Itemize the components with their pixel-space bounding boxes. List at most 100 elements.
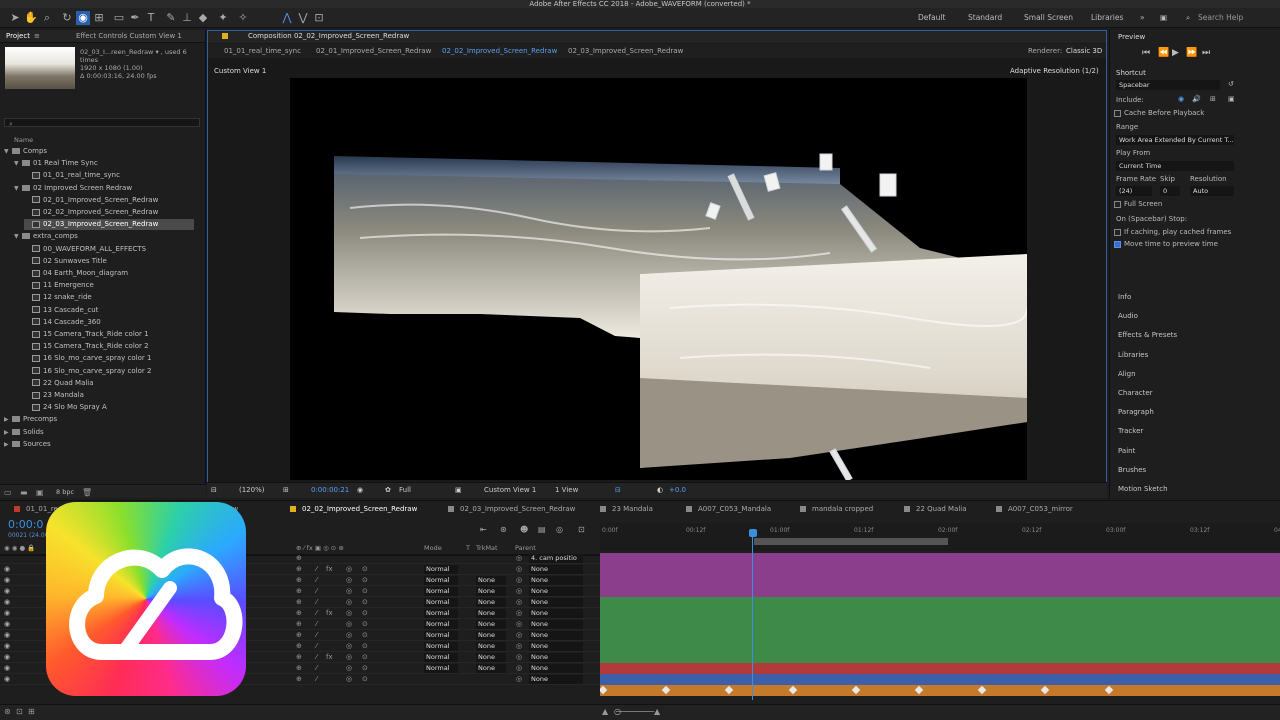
quality-icon[interactable]: ⁄ — [316, 576, 317, 584]
region-of-interest-icon[interactable]: ▣ — [455, 486, 462, 494]
layer-shy-icon[interactable]: ⊕ — [296, 565, 302, 573]
workspace-menu-icon[interactable]: » — [1140, 13, 1145, 22]
parent-pickwhip-icon[interactable]: ◎ — [516, 620, 522, 628]
composition-canvas[interactable] — [290, 78, 1027, 480]
project-item[interactable]: 02_03_Improved_Screen_Redraw — [24, 219, 194, 231]
track-matte-dropdown[interactable]: None — [476, 631, 506, 640]
effect-fx-icon[interactable]: fx — [326, 653, 333, 661]
include-layer-controls-icon[interactable]: ▣ — [1228, 95, 1235, 103]
quality-icon[interactable]: ⁄ — [316, 653, 317, 661]
visibility-eye-icon[interactable]: ◉ — [4, 642, 10, 650]
shortcut-dropdown[interactable]: Spacebar — [1116, 80, 1220, 90]
toggle-render-time-icon[interactable]: ⊞ — [28, 707, 35, 716]
project-item[interactable]: ▶ Precomps — [4, 414, 194, 425]
name-column-header[interactable]: Name — [14, 136, 33, 144]
layer-3d-icon[interactable]: ⊙ — [362, 642, 368, 650]
parent-pickwhip-icon[interactable]: ◎ — [516, 565, 522, 573]
selection-tool-icon[interactable]: ➤ — [8, 11, 22, 25]
quality-icon[interactable]: ⁄ — [316, 620, 317, 628]
quality-icon[interactable]: ⁄ — [316, 565, 317, 573]
parent-dropdown[interactable]: None — [529, 664, 583, 673]
timeline-tab[interactable]: 22 Quad Malia — [904, 505, 967, 513]
track-matte-dropdown[interactable]: None — [476, 598, 506, 607]
layer-3d-icon[interactable]: ⊙ — [362, 653, 368, 661]
quality-icon[interactable]: ⁄ — [316, 675, 317, 683]
timeline-tab[interactable]: mandala cropped — [800, 505, 873, 513]
parent-pickwhip-icon[interactable]: ◎ — [516, 675, 522, 683]
project-item[interactable]: ▼ Comps — [4, 146, 194, 157]
visibility-eye-icon[interactable]: ◉ — [4, 653, 10, 661]
project-item[interactable]: ▶ Solids — [4, 427, 194, 438]
blend-mode-dropdown[interactable]: Normal — [424, 598, 458, 607]
delete-icon[interactable]: 🗑 — [82, 488, 92, 497]
play-from-dropdown[interactable]: Current Time — [1116, 161, 1234, 171]
comp-tab-3[interactable]: 02_02_Improved_Screen_Redraw — [442, 47, 557, 55]
track-matte-dropdown[interactable]: None — [476, 609, 506, 618]
layer-duration-bar[interactable] — [600, 641, 1280, 652]
layer-duration-bar[interactable] — [600, 608, 1280, 619]
layer-duration-bar[interactable] — [600, 586, 1280, 597]
expand-triangle-closed-icon[interactable]: ▶ — [4, 427, 12, 438]
visibility-eye-icon[interactable]: ◉ — [4, 598, 10, 606]
tab-project[interactable]: Project — [6, 32, 30, 40]
blend-mode-dropdown[interactable]: Normal — [424, 587, 458, 596]
motion-blur-icon[interactable]: ◎ — [346, 675, 352, 683]
panel-link-motion-sketch[interactable]: Motion Sketch — [1118, 485, 1168, 493]
clone-stamp-tool-icon[interactable]: ⊥ — [180, 11, 194, 25]
blend-mode-dropdown[interactable]: Normal — [424, 631, 458, 640]
visibility-eye-icon[interactable]: ◉ — [4, 587, 10, 595]
effect-fx-icon[interactable]: fx — [326, 565, 333, 573]
blend-mode-dropdown[interactable]: Normal — [424, 653, 458, 662]
project-item[interactable]: ▼ 02 Improved Screen Redraw — [14, 183, 194, 194]
expand-triangle-closed-icon[interactable]: ▶ — [4, 439, 12, 450]
cache-before-playback-checkbox[interactable]: Cache Before Playback — [1114, 109, 1204, 117]
panel-link-brushes[interactable]: Brushes — [1118, 466, 1146, 474]
timeline-tab[interactable]: 02_02_Improved_Screen_Redraw — [290, 505, 417, 513]
quality-icon[interactable]: ⁄ — [316, 587, 317, 595]
layer-duration-bar[interactable] — [600, 553, 1280, 564]
fast-preview-icon[interactable]: ⊟ — [615, 486, 621, 494]
project-item[interactable]: 15 Camera_Track_Ride color 2 — [24, 341, 194, 352]
zoom-tool-icon[interactable]: ⌕ — [40, 11, 54, 25]
frame-rate-dropdown[interactable]: (24) — [1116, 186, 1152, 196]
grid-icon[interactable]: ⊞ — [283, 486, 289, 494]
exposure-value[interactable]: +0.0 — [669, 486, 686, 494]
search-icon[interactable]: ⌕ — [1186, 13, 1190, 23]
panel-link-paint[interactable]: Paint — [1118, 447, 1135, 455]
project-item[interactable]: ▼ 01 Real Time Sync — [14, 158, 194, 169]
range-dropdown[interactable]: Work Area Extended By Current T... — [1116, 135, 1234, 145]
axis-world-icon[interactable]: ⋁ — [296, 11, 310, 25]
layer-3d-icon[interactable]: ⊙ — [362, 565, 368, 573]
layer-shy-icon[interactable]: ⊕ — [296, 576, 302, 584]
expand-triangle-open-icon[interactable]: ▼ — [14, 158, 22, 169]
project-item[interactable]: 02_02_Improved_Screen_Redraw — [24, 207, 194, 218]
project-item[interactable]: ▶ Sources — [4, 439, 194, 450]
layer-shy-icon[interactable]: ⊕ — [296, 631, 302, 639]
blend-mode-dropdown[interactable]: Normal — [424, 565, 458, 574]
include-audio-icon[interactable]: 🔊 — [1192, 95, 1201, 103]
draft-3d-icon[interactable]: ⊛ — [500, 525, 507, 534]
parent-dropdown[interactable]: None — [529, 576, 583, 585]
full-screen-checkbox[interactable]: Full Screen — [1114, 200, 1162, 208]
comp-tab-1[interactable]: 01_01_real_time_sync — [224, 47, 301, 55]
time-ruler[interactable]: 0:00f 00:12f 01:00f 01:12f 02:00f 02:12f 03:00… — [600, 523, 1280, 551]
timeline-tab[interactable]: A007_C053_Mandala — [686, 505, 771, 513]
tab-menu-icon[interactable]: ≡ — [34, 32, 40, 40]
work-area-bar[interactable] — [754, 538, 948, 545]
parent-pickwhip-icon[interactable]: ◎ — [516, 664, 522, 672]
parent-pickwhip-icon[interactable]: ◎ — [516, 554, 522, 562]
workspace-default[interactable]: Default — [918, 13, 945, 22]
project-item[interactable]: 11 Emergence — [24, 280, 194, 291]
motion-blur-icon[interactable]: ◎ — [346, 642, 352, 650]
first-frame-icon[interactable]: ⏮ — [1142, 48, 1150, 58]
visibility-eye-icon[interactable]: ◉ — [4, 675, 10, 683]
resolution-dropdown[interactable]: Full — [399, 486, 411, 494]
project-item[interactable]: 24 Slo Mo Spray A — [24, 402, 194, 413]
project-item[interactable]: 00_WAVEFORM_ALL_EFFECTS — [24, 244, 194, 255]
layer-shy-icon[interactable]: ⊕ — [296, 620, 302, 628]
track-matte-dropdown[interactable]: None — [476, 642, 506, 651]
layer-duration-bar[interactable] — [600, 663, 1280, 674]
motion-blur-icon[interactable]: ◎ — [556, 525, 563, 534]
roto-brush-tool-icon[interactable]: ✦ — [216, 11, 230, 25]
layer-duration-bar[interactable] — [600, 652, 1280, 663]
